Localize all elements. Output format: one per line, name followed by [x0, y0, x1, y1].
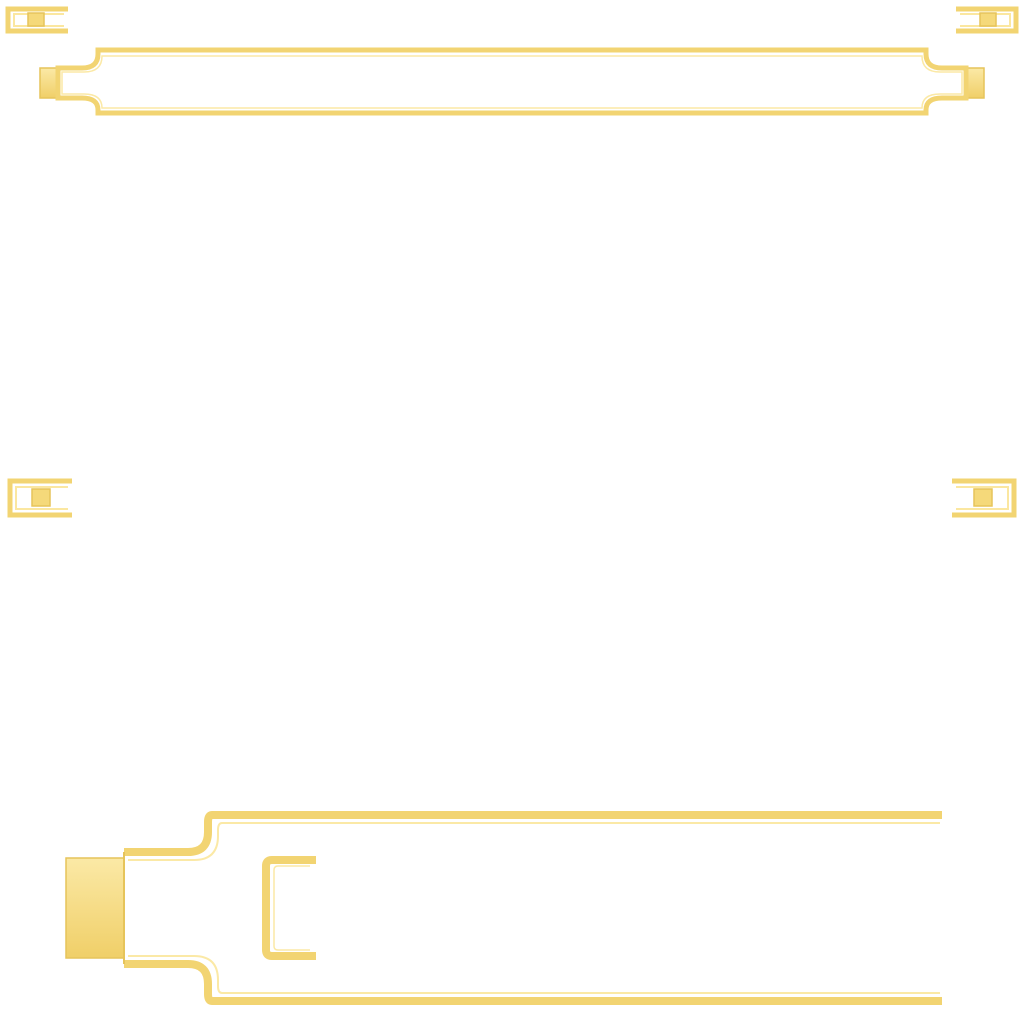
ui-sprite-sheet [5, 6, 1019, 1005]
tab-block [65, 857, 125, 959]
title-bar-frame [39, 47, 985, 116]
large-panel-frame [65, 811, 942, 1005]
bracket-top-left [5, 6, 68, 34]
bracket-top-right [956, 6, 1019, 34]
inner-c-bracket [262, 856, 316, 960]
bracket-mid-left [7, 478, 72, 518]
bracket-mid-right [952, 478, 1017, 518]
